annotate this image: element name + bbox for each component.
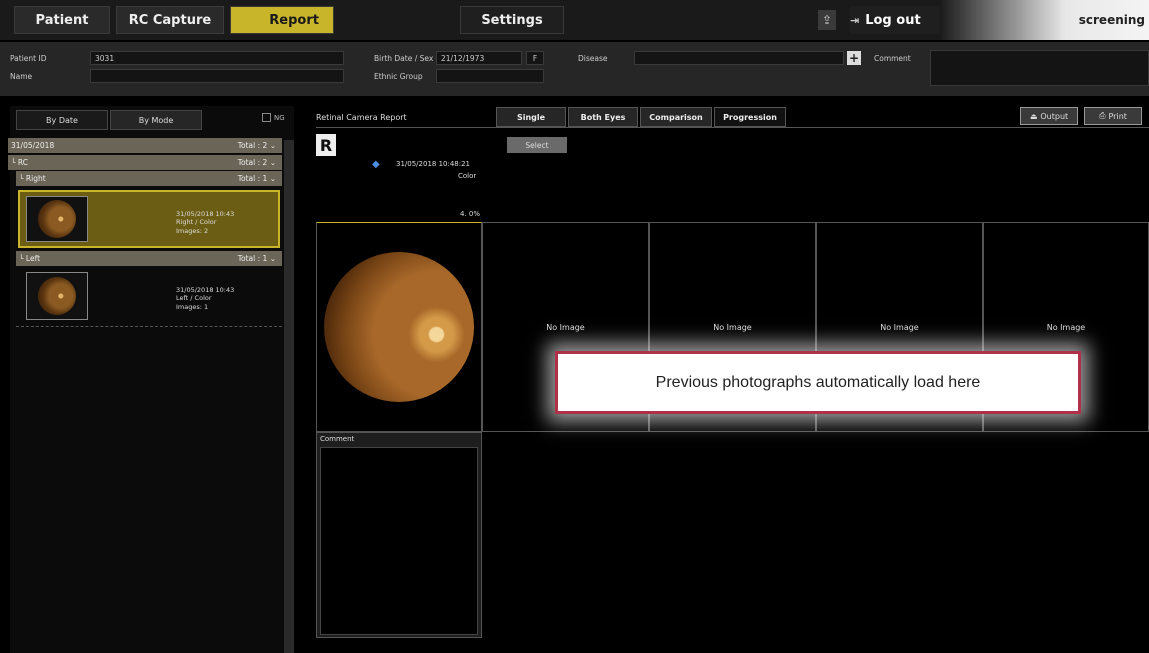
ethnic-group-label: Ethnic Group <box>374 72 423 81</box>
sex-field[interactable]: F <box>526 51 544 65</box>
tab-single[interactable]: Single <box>496 107 566 127</box>
group-date[interactable]: 31/05/2018 Total : 2 ⌄ <box>8 138 282 153</box>
current-image-cell[interactable] <box>316 222 482 432</box>
ng-toggle[interactable]: NG <box>262 113 285 122</box>
group-right[interactable]: └ Right Total : 1 ⌄ <box>16 171 282 186</box>
fundus-thumbnail-icon <box>38 277 76 315</box>
patient-id-field[interactable]: 3031 <box>90 51 344 65</box>
chevron-down-icon: ⌄ <box>269 141 276 150</box>
list-item-right-info: 31/05/2018 10:43 Right / Color Images: 2 <box>176 210 235 235</box>
list-divider <box>16 326 282 327</box>
print-label: Print <box>1108 111 1127 121</box>
tab-patient[interactable]: Patient <box>14 6 110 34</box>
tab-rc-capture[interactable]: RC Capture <box>116 6 224 34</box>
diamond-marker-icon: ◆ <box>372 159 380 170</box>
no-image-label: No Image <box>713 322 752 332</box>
percent-value: 4. 0% <box>460 210 481 218</box>
capture-datetime: 31/05/2018 10:48:21 <box>396 160 471 168</box>
eye-badge: R <box>316 134 336 156</box>
tab-report[interactable]: Report <box>230 6 334 34</box>
group-right-label: └ Right <box>19 174 46 183</box>
patient-id-label: Patient ID <box>10 54 47 63</box>
name-label: Name <box>10 72 33 81</box>
output-label: Output <box>1040 111 1069 121</box>
group-mode-total: Total : 2 ⌄ <box>237 158 276 167</box>
study-list-panel <box>10 106 294 653</box>
checkbox-icon <box>262 113 271 122</box>
print-icon: ⎙ <box>1099 111 1106 120</box>
screening-label: screening <box>940 0 1149 40</box>
tab-underline <box>316 127 1149 128</box>
ethnic-group-field[interactable] <box>436 69 544 83</box>
group-right-total: Total : 1 ⌄ <box>237 174 276 183</box>
fundus-thumbnail-icon <box>38 200 76 238</box>
birth-date-field[interactable]: 21/12/1973 <box>436 51 522 65</box>
ng-label: NG <box>274 113 285 122</box>
no-image-label: No Image <box>1046 322 1086 332</box>
tab-by-date[interactable]: By Date <box>16 110 108 130</box>
print-button[interactable]: ⎙ Print <box>1084 107 1142 125</box>
capture-mode: Color <box>458 172 477 180</box>
select-button[interactable]: Select <box>507 137 567 153</box>
tab-comparison[interactable]: Comparison <box>640 107 712 127</box>
tab-both-eyes[interactable]: Both Eyes <box>568 107 638 127</box>
upload-icon[interactable]: ⇪ <box>818 10 836 30</box>
report-title: Retinal Camera Report <box>316 113 407 122</box>
thumbnail-right <box>26 196 88 242</box>
comment-field[interactable] <box>930 50 1149 86</box>
chevron-down-icon: ⌄ <box>269 254 276 263</box>
logout-label: Log out <box>865 12 921 28</box>
comment-label: Comment <box>874 54 911 63</box>
callout-annotation: Previous photographs automatically load … <box>555 351 1081 414</box>
group-left-label: └ Left <box>19 254 41 263</box>
fundus-image-icon <box>324 252 474 402</box>
group-mode[interactable]: └ RC Total : 2 ⌄ <box>8 155 282 170</box>
group-mode-label: └ RC <box>11 158 28 167</box>
tab-settings[interactable]: Settings <box>460 6 564 34</box>
group-date-total: Total : 2 ⌄ <box>237 141 276 150</box>
birth-date-label: Birth Date / Sex <box>374 54 434 63</box>
group-date-label: 31/05/2018 <box>11 141 55 150</box>
output-icon: ⏏ <box>1029 111 1038 121</box>
logout-icon: ⇥ <box>850 13 860 27</box>
name-field[interactable] <box>90 69 344 83</box>
no-image-label: No Image <box>880 322 919 332</box>
tab-progression[interactable]: Progression <box>714 107 786 127</box>
output-button[interactable]: ⏏ Output <box>1020 107 1078 125</box>
group-left[interactable]: └ Left Total : 1 ⌄ <box>16 251 282 266</box>
chevron-down-icon: ⌄ <box>269 174 276 183</box>
tab-by-mode[interactable]: By Mode <box>110 110 202 130</box>
group-left-total: Total : 1 ⌄ <box>237 254 276 263</box>
add-disease-button[interactable]: + <box>847 51 861 65</box>
logout-button[interactable]: ⇥ Log out <box>850 6 940 34</box>
disease-field[interactable] <box>634 51 844 65</box>
thumbnail-left[interactable] <box>26 272 88 320</box>
no-image-label: No Image <box>546 322 585 332</box>
list-scrollbar[interactable] <box>284 140 294 653</box>
list-item-left-info: 31/05/2018 10:43 Left / Color Images: 1 <box>176 286 235 311</box>
disease-label: Disease <box>578 54 608 63</box>
chevron-down-icon: ⌄ <box>269 158 276 167</box>
comment-textarea[interactable] <box>320 447 478 635</box>
comment-panel-label: Comment <box>320 435 355 443</box>
